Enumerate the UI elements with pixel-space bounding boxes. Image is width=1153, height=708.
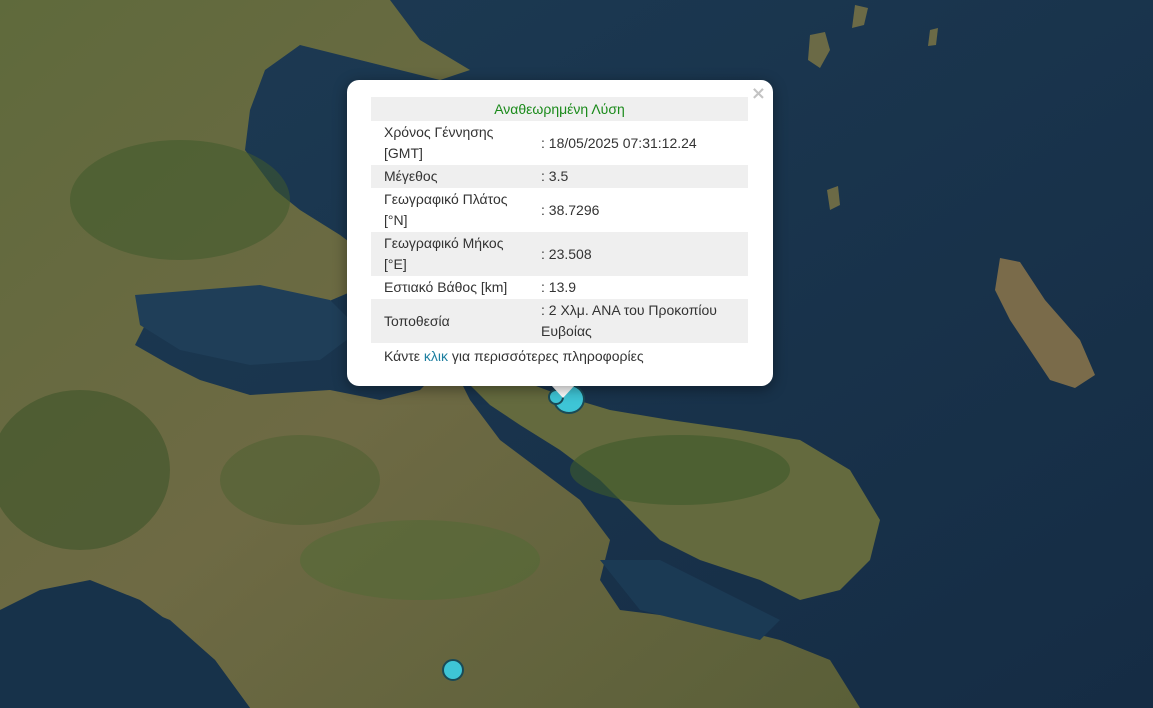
longitude-value: : 23.508 <box>528 232 748 276</box>
more-info-text: Κάντε κλικ για περισσότερες πληροφορίες <box>384 348 644 364</box>
earthquake-info-table: Αναθεωρημένη Λύση Χρόνος Γέννησης [GMT]:… <box>371 97 748 343</box>
magnitude-label: Μέγεθος <box>371 165 528 188</box>
depth-value: : 13.9 <box>541 279 577 295</box>
depth-label: Εστιακό Βάθος [km] <box>384 279 508 295</box>
magnitude-value: : 3.5 <box>528 165 748 188</box>
mountain-area <box>70 140 290 260</box>
origin-time-label: Χρόνος Γέννησης [GMT] <box>384 124 494 161</box>
mountain-area <box>220 435 380 525</box>
more-info-suffix: για περισσότερες πληροφορίες <box>448 348 644 364</box>
mountain-area <box>570 435 790 505</box>
latitude-value: : 38.7296 <box>541 201 600 218</box>
longitude-label: Γεωγραφικό Μήκος [°E] <box>371 232 528 276</box>
close-icon[interactable]: × <box>751 84 766 104</box>
latitude-label: Γεωγραφικό Πλάτος [°N] <box>384 191 508 228</box>
origin-time-value: : 18/05/2025 07:31:12.24 <box>541 134 697 151</box>
location-value: : 2 Χλμ. ΑΝΑ του Προκοπίου Ευβοίας <box>528 299 748 343</box>
more-info-prefix: Κάντε <box>384 348 424 364</box>
popup-tip <box>551 385 575 398</box>
location-label: Τοποθεσία <box>371 299 528 343</box>
earthquake-marker[interactable] <box>442 659 464 681</box>
mountain-area <box>300 520 540 600</box>
popup-header: Αναθεωρημένη Λύση <box>371 97 748 121</box>
earthquake-info-popup: × Αναθεωρημένη Λύση Χρόνος Γέννησης [GMT… <box>347 80 773 386</box>
more-info-link[interactable]: κλικ <box>424 348 448 364</box>
